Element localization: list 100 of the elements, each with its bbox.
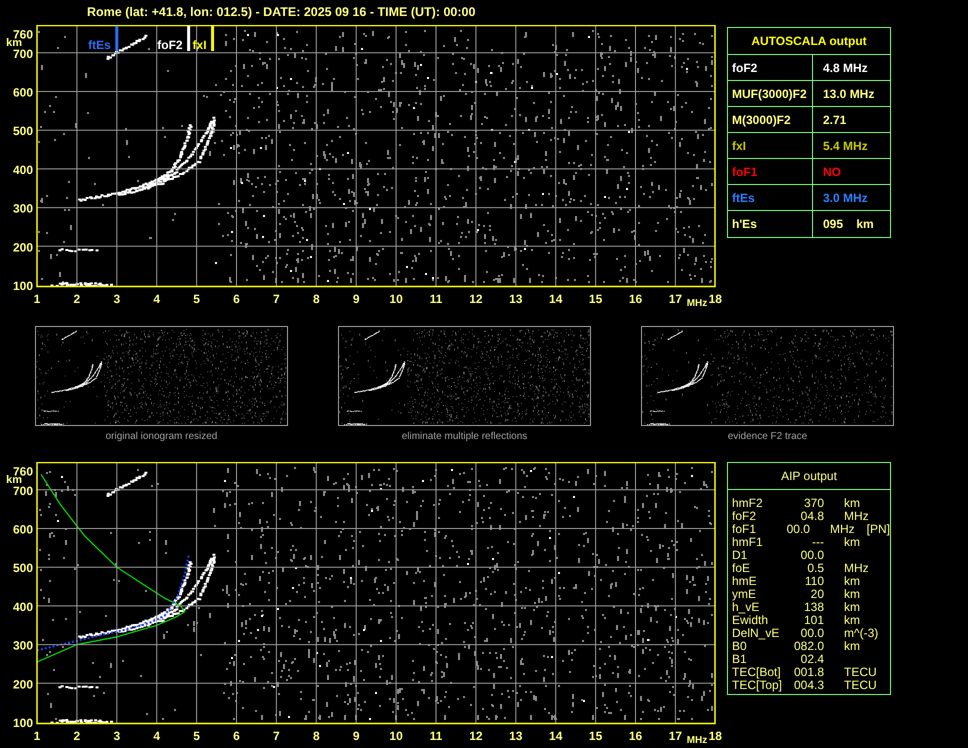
axis-tick-label: 10	[389, 292, 403, 306]
table-cell-text: 4.8 MHz	[822, 60, 869, 76]
axis-unit-label: km	[6, 474, 22, 486]
parameter-value: 00.0	[800, 549, 824, 562]
parameter-name: hmF1	[732, 536, 764, 549]
axis-tick-label: 16	[628, 729, 642, 743]
axis-tick-label: 600	[12, 86, 33, 100]
parameter-name: Ewidth	[732, 614, 770, 627]
table-cell-text: 2.71	[822, 112, 848, 128]
parameter-name: ftEs	[732, 190, 755, 206]
axis-tick-label: 5	[193, 292, 200, 306]
axis-tick-label: 18	[708, 292, 722, 306]
parameter-value: 20	[810, 588, 824, 601]
axis-tick-label: 15	[588, 729, 602, 743]
parameter-note: [PN]	[866, 523, 890, 536]
parameter-unit: MHz	[830, 523, 855, 536]
parameter-name: hmF2	[732, 497, 764, 510]
axis-tick-label: 600	[12, 522, 33, 536]
parameter-name: TEC[Top]	[732, 679, 784, 692]
axis-tick-label: 11	[430, 729, 442, 743]
parameter-unit: km	[844, 640, 860, 653]
parameter-name: M(3000)F2	[732, 112, 791, 128]
parameter-value: 04.8	[800, 510, 824, 523]
axis-tick-label: 13	[509, 292, 522, 306]
parameter-unit: km	[844, 601, 860, 614]
axis-tick-label: 500	[12, 124, 33, 138]
axis-tick-label: 2	[74, 729, 80, 743]
parameter-unit: km	[844, 588, 860, 601]
axis-tick-label: 10	[389, 729, 403, 743]
axis-tick-label: 12	[469, 729, 483, 743]
parameter-value: 004.3	[792, 679, 824, 692]
parameter-name: hmE	[732, 575, 758, 588]
axis-tick-label: 17	[668, 292, 682, 306]
thumbnail-caption: eliminate multiple reflections	[402, 430, 528, 444]
axis-tick-label: 5	[193, 729, 200, 743]
parameter-unit: MHz	[844, 510, 869, 523]
parameter-name: foF2	[732, 60, 758, 76]
parameter-name: h'Es	[732, 216, 757, 233]
axis-tick-label: 17	[668, 729, 682, 743]
panel-title: AIP output	[728, 463, 890, 490]
parameter-name: TEC[Bot]	[732, 666, 782, 679]
axis-unit-label: MHz	[686, 298, 708, 309]
axis-tick-label: 7	[273, 729, 280, 743]
parameter-name: B0	[732, 640, 747, 653]
thumbnail-caption: original ionogram resized	[106, 430, 218, 444]
axis-tick-label: 100	[12, 279, 33, 293]
axis-tick-label: 200	[12, 677, 33, 692]
axis-tick-label: 1	[34, 729, 40, 743]
parameter-unit: km	[844, 575, 860, 588]
table-cell-text: 095 km	[822, 216, 875, 233]
parameter-value: ---	[811, 536, 824, 549]
parameter-name: B1	[732, 653, 748, 666]
table-cell-text: 13.0 MHz	[822, 86, 876, 102]
table-cell-text: NO	[822, 164, 842, 180]
table-title: AUTOSCALA output	[728, 28, 890, 55]
axis-tick-label: 6	[233, 292, 240, 306]
parameter-value: 370	[802, 497, 824, 510]
axis-tick-label: 14	[549, 729, 562, 743]
axis-tick-label: 3	[113, 292, 120, 306]
parameter-name: foF2	[732, 510, 758, 523]
axis-tick-label: 18	[708, 729, 722, 743]
parameter-unit: km	[844, 497, 860, 510]
parameter-unit: MHz	[844, 562, 869, 575]
axis-tick-label: 9	[352, 292, 360, 306]
table-cell-text: 5.4 MHz	[822, 138, 869, 154]
axis-tick-label: 2	[74, 292, 80, 306]
axis-unit-label: MHz	[686, 735, 708, 746]
parameter-value: 02.4	[800, 653, 824, 666]
axis-tick-label: 16	[628, 292, 642, 306]
axis-tick-label: 6	[233, 729, 240, 743]
parameter-name: fxI	[732, 138, 746, 154]
parameter-name: ymE	[732, 588, 757, 601]
parameter-value: 110	[804, 575, 824, 588]
parameter-value: 00.0	[786, 523, 810, 536]
title-text: Rome (lat: +41.8, lon: 012.5) - DATE: 2025 09 16 - TIME (UT): 00:00	[87, 5, 476, 19]
parameter-value: 082.0	[792, 640, 824, 653]
table-cell-text: 3.0 MHz	[822, 190, 869, 206]
thumbnail-caption: evidence F2 trace	[728, 430, 808, 444]
parameter-value: 00.0	[800, 627, 824, 640]
axis-tick-label: 500	[12, 561, 33, 576]
parameter-name: DelN_vE	[732, 627, 780, 640]
parameter-unit: TECU	[844, 679, 877, 692]
parameter-name: h_vE	[732, 601, 760, 614]
axis-tick-label: 200	[12, 240, 33, 254]
parameter-name: MUF(3000)F2	[732, 86, 807, 102]
parameter-name: foF1	[732, 523, 758, 536]
axis-tick-label: 15	[588, 292, 602, 306]
parameter-value: 101	[802, 614, 824, 627]
parameter-unit: TECU	[844, 666, 877, 679]
parameter-value: 0.5	[806, 562, 824, 575]
axis-tick-label: 3	[113, 729, 120, 743]
axis-unit-label: km	[6, 37, 22, 49]
axis-tick-label: 8	[312, 292, 320, 306]
axis-tick-label: 7	[273, 292, 280, 306]
parameter-name: foE	[732, 562, 752, 575]
axis-tick-label: 14	[549, 292, 562, 306]
parameter-value: 001.8	[792, 666, 824, 679]
axis-tick-label: 400	[12, 600, 33, 614]
marker-label: ftEs	[88, 38, 111, 52]
axis-tick-label: 100	[12, 716, 33, 730]
